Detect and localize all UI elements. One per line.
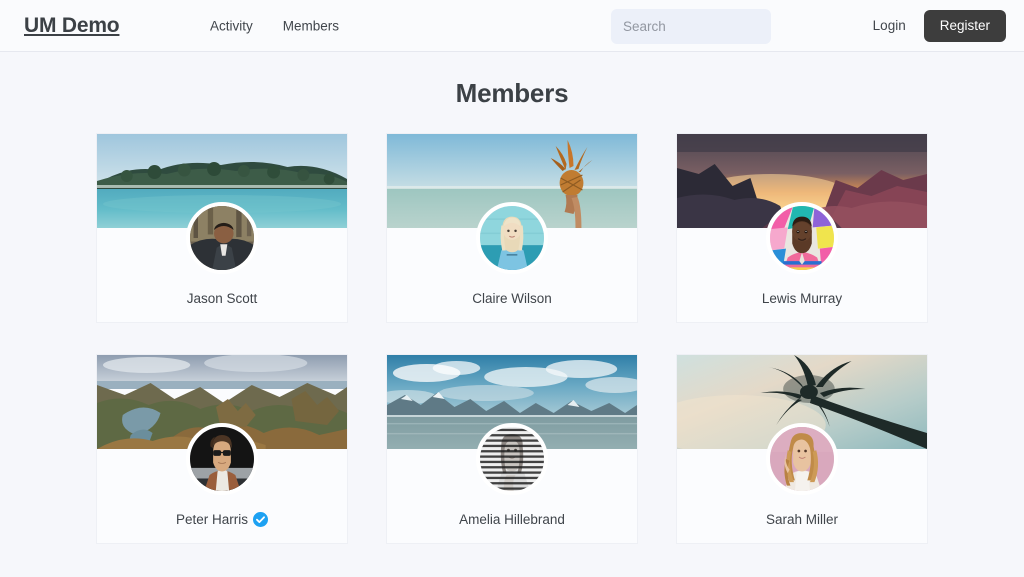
member-card[interactable]: Peter Harris	[96, 354, 348, 544]
member-name: Peter Harris	[176, 512, 248, 527]
member-card[interactable]: Claire Wilson	[386, 133, 638, 323]
members-grid: Jason Scott	[96, 133, 928, 544]
member-name-row: Claire Wilson	[387, 291, 637, 306]
main-content: Members	[0, 78, 1024, 544]
auth-area: Login Register	[873, 10, 1006, 42]
verified-check-icon	[253, 512, 268, 527]
amelia-hillebrand-avatar[interactable]	[476, 423, 548, 495]
brand-logo[interactable]: UM Demo	[24, 14, 119, 38]
member-name-row: Sarah Miller	[677, 512, 927, 527]
member-name: Lewis Murray	[762, 291, 842, 306]
member-name-row: Amelia Hillebrand	[387, 512, 637, 527]
nav-link-members[interactable]: Members	[283, 18, 339, 33]
member-name: Amelia Hillebrand	[459, 512, 565, 527]
jason-scott-avatar[interactable]	[186, 202, 258, 274]
member-name-row: Jason Scott	[97, 291, 347, 306]
member-card[interactable]: Lewis Murray	[676, 133, 928, 323]
member-card[interactable]: Sarah Miller	[676, 354, 928, 544]
site-header: UM Demo Activity Members Login Register	[0, 0, 1024, 52]
primary-nav: Activity Members	[210, 18, 339, 33]
member-card[interactable]: Jason Scott	[96, 133, 348, 323]
member-name-row: Lewis Murray	[677, 291, 927, 306]
claire-wilson-avatar[interactable]	[476, 202, 548, 274]
search-field-wrapper	[611, 9, 771, 44]
member-name: Jason Scott	[187, 291, 258, 306]
member-name-row: Peter Harris	[97, 512, 347, 527]
member-name: Claire Wilson	[472, 291, 552, 306]
lewis-murray-avatar[interactable]	[766, 202, 838, 274]
page-title: Members	[0, 78, 1024, 109]
register-button[interactable]: Register	[924, 10, 1006, 42]
sarah-miller-avatar[interactable]	[766, 423, 838, 495]
login-link[interactable]: Login	[873, 18, 906, 33]
search-input[interactable]	[611, 9, 771, 44]
member-name: Sarah Miller	[766, 512, 838, 527]
nav-link-activity[interactable]: Activity	[210, 18, 253, 33]
peter-harris-avatar[interactable]	[186, 423, 258, 495]
member-card[interactable]: Amelia Hillebrand	[386, 354, 638, 544]
